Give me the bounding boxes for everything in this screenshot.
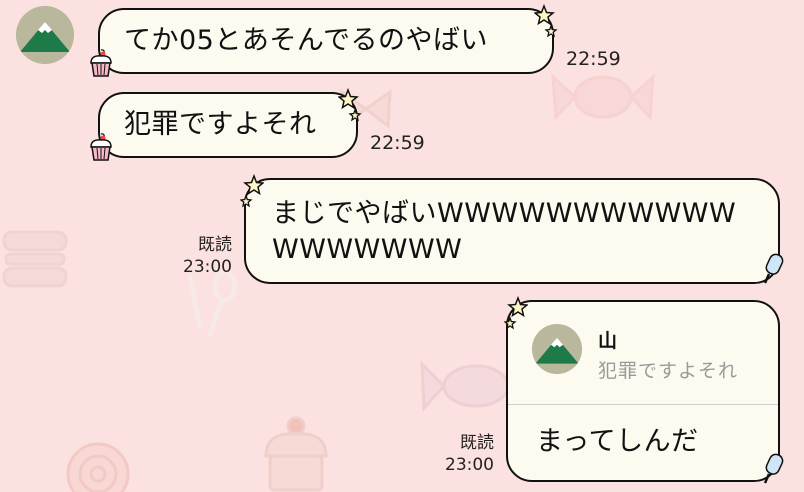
- reply-sender-name: 山: [598, 330, 618, 352]
- message-text: 犯罪ですよそれ: [124, 109, 317, 140]
- message-text: てか05とあそんでるのやばい: [124, 25, 489, 56]
- read-label: 既読: [460, 433, 494, 453]
- reply-message-bubble[interactable]: 山 犯罪ですよそれ まってしんだ: [506, 300, 780, 482]
- message-time: 22:59: [566, 48, 621, 70]
- cake-decoration: [2, 230, 68, 288]
- read-label: 既読: [198, 235, 232, 255]
- popsicle-icon: [763, 453, 784, 484]
- star-icon: [504, 296, 528, 330]
- popsicle-icon: [763, 253, 784, 284]
- read-receipt: 既読 23:00: [438, 432, 494, 476]
- message-time: 23:00: [445, 455, 494, 475]
- mountain-avatar-icon: [16, 6, 74, 64]
- received-message-bubble[interactable]: てか05とあそんでるのやばい: [98, 8, 554, 74]
- mountain-avatar-icon: [532, 324, 582, 374]
- message-text: まってしんだ: [536, 426, 699, 457]
- contact-avatar[interactable]: [16, 6, 74, 64]
- star-icon: [240, 174, 264, 208]
- message-text-line1: まじでやばいWWWWWWWWWWW: [272, 198, 737, 229]
- reply-quote-section[interactable]: 山 犯罪ですよそれ: [508, 302, 778, 405]
- candy-decoration: [551, 73, 655, 121]
- swirl-decoration: [66, 442, 130, 492]
- star-icon: [534, 4, 558, 38]
- reply-quoted-text: 犯罪ですよそれ: [598, 360, 739, 382]
- read-receipt: 既読 23:00: [176, 234, 232, 278]
- received-message-bubble[interactable]: 犯罪ですよそれ: [98, 92, 358, 158]
- cupcake-decoration: [264, 416, 328, 492]
- message-time: 22:59: [370, 132, 425, 154]
- message-text-line2: WWWWWWW: [272, 234, 463, 265]
- cupcake-icon: [90, 133, 112, 161]
- cupcake-icon: [90, 49, 112, 77]
- sent-message-bubble[interactable]: まじでやばいWWWWWWWWWWW WWWWWWW: [244, 178, 780, 284]
- star-icon: [338, 88, 362, 122]
- message-time: 23:00: [183, 257, 232, 277]
- reply-avatar: [532, 324, 582, 374]
